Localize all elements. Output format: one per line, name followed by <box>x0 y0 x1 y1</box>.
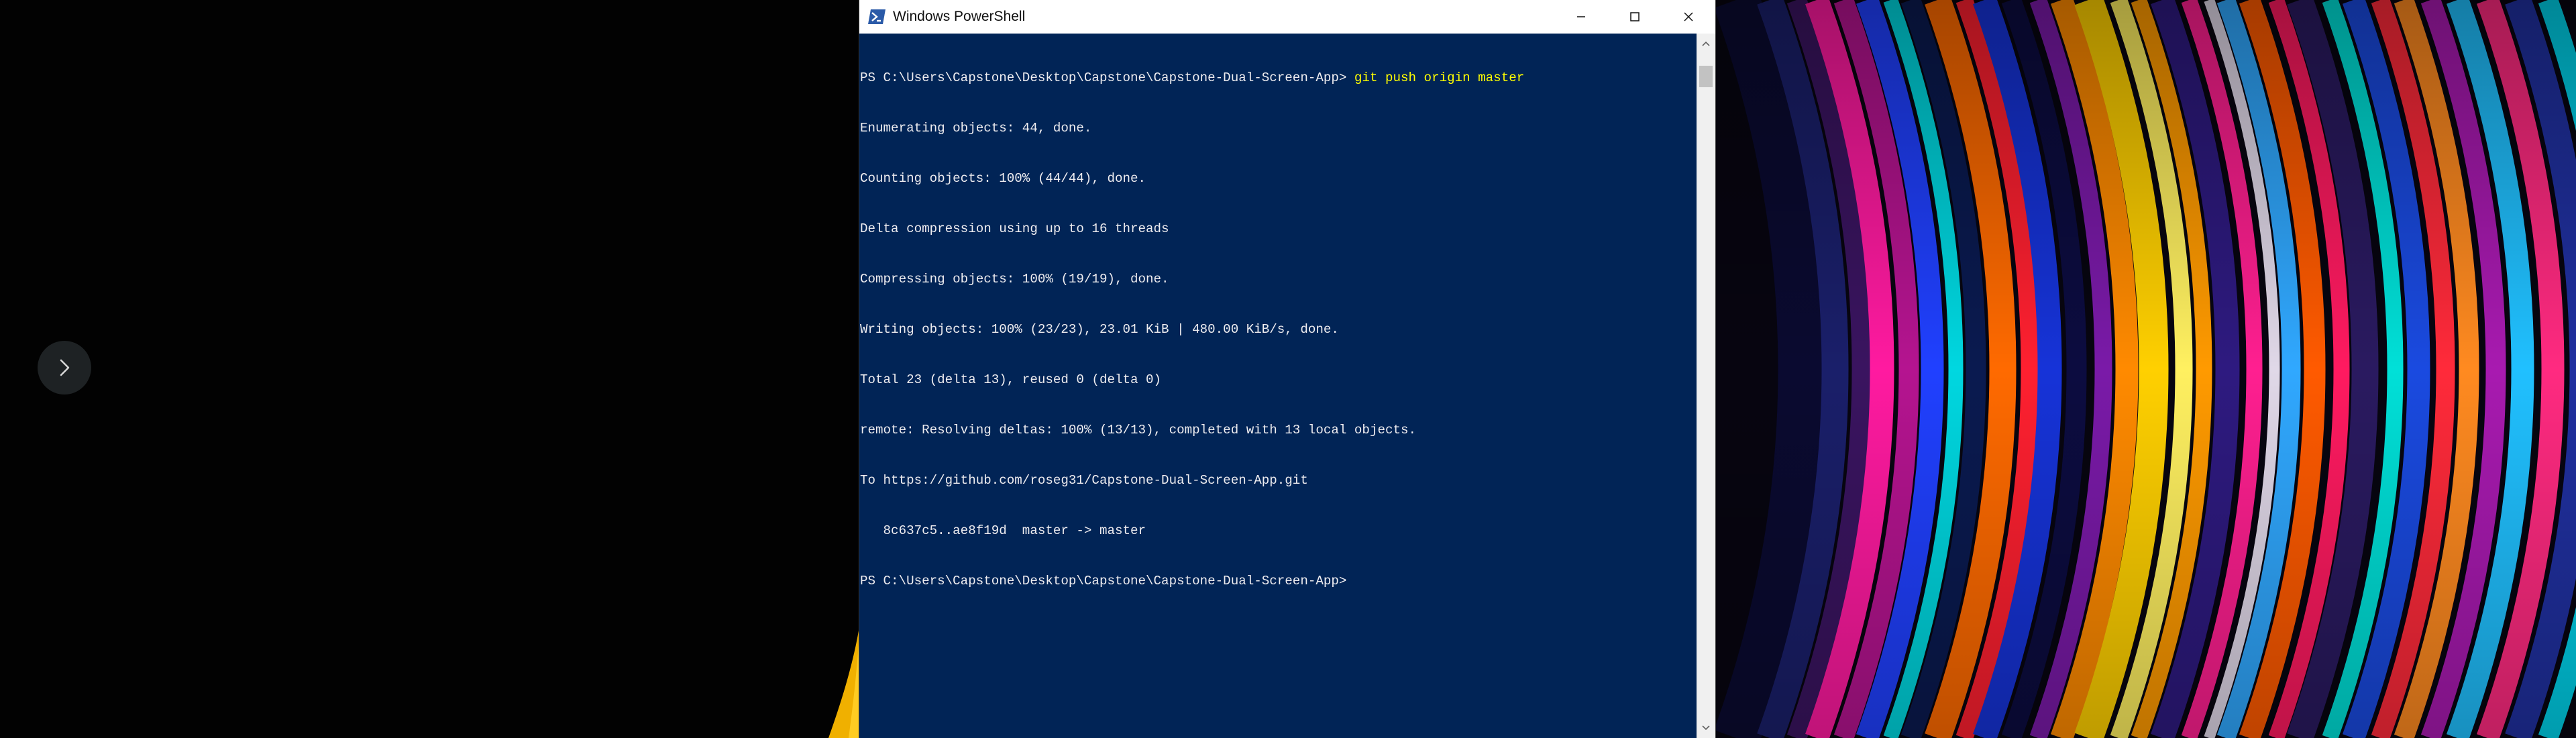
command-line: PS C:\Users\Capstone\Desktop\Capstone\Ca… <box>860 70 1697 87</box>
output-line: 8c637c5..ae8f19d master -> master <box>860 523 1146 538</box>
scroll-down-button[interactable] <box>1697 718 1715 738</box>
desktop: Windows PowerShell PS C:\Users\Capstone\… <box>0 0 2576 738</box>
scroll-thumb[interactable] <box>1699 66 1713 87</box>
chevron-down-icon <box>1702 725 1710 731</box>
next-button[interactable] <box>38 341 91 394</box>
output-line: Compressing objects: 100% (19/19), done. <box>860 272 1169 286</box>
final-prompt[interactable]: PS C:\Users\Capstone\Desktop\Capstone\Ca… <box>860 573 1697 590</box>
window-title: Windows PowerShell <box>893 9 1026 24</box>
scroll-up-button[interactable] <box>1697 34 1715 54</box>
output-line: To https://github.com/roseg31/Capstone-D… <box>860 473 1308 488</box>
wallpaper <box>1716 0 2576 738</box>
output-line: Writing objects: 100% (23/23), 23.01 KiB… <box>860 322 1339 337</box>
powershell-icon <box>868 9 885 24</box>
title-bar[interactable]: Windows PowerShell <box>859 0 1715 34</box>
output-line: Delta compression using up to 16 threads <box>860 221 1169 236</box>
chevron-right-icon <box>60 359 70 376</box>
console-output[interactable]: PS C:\Users\Capstone\Desktop\Capstone\Ca… <box>859 34 1697 738</box>
output-line: remote: Resolving deltas: 100% (13/13), … <box>860 423 1417 437</box>
maximize-button[interactable] <box>1608 0 1662 34</box>
left-screen <box>0 0 859 738</box>
command: git push origin master <box>1354 70 1525 85</box>
vertical-scrollbar[interactable] <box>1697 34 1715 738</box>
minimize-button[interactable] <box>1554 0 1608 34</box>
window-controls <box>1554 0 1715 34</box>
prompt: PS C:\Users\Capstone\Desktop\Capstone\Ca… <box>860 70 1347 85</box>
close-button[interactable] <box>1662 0 1715 34</box>
minimize-icon <box>1577 16 1585 17</box>
maximize-icon <box>1630 12 1640 21</box>
chevron-up-icon <box>1702 41 1710 46</box>
powershell-window[interactable]: Windows PowerShell PS C:\Users\Capstone\… <box>859 0 1716 738</box>
output-line: Enumerating objects: 44, done. <box>860 121 1092 136</box>
output-line: Total 23 (delta 13), reused 0 (delta 0) <box>860 372 1162 387</box>
output-line: Counting objects: 100% (44/44), done. <box>860 171 1146 186</box>
close-icon <box>1684 12 1693 21</box>
